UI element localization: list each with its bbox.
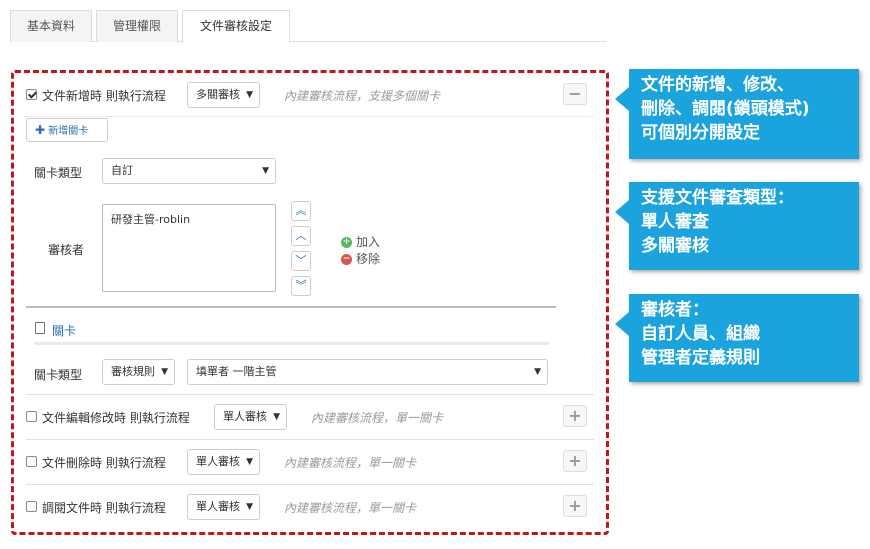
add-circle-icon: + bbox=[341, 237, 352, 248]
read-flow-type-select[interactable]: 單人審核 ▼ bbox=[187, 494, 260, 520]
delete-flow-label: 文件刪除時 則執行流程 bbox=[42, 456, 166, 470]
move-bottom-button[interactable]: ︾ bbox=[291, 276, 311, 296]
stage-rule-type-select[interactable]: 審核規則 ▼ bbox=[102, 359, 175, 385]
create-flow-checkbox[interactable] bbox=[26, 89, 37, 100]
stage-underline bbox=[34, 342, 549, 345]
remove-circle-icon: − bbox=[341, 254, 352, 265]
document-icon bbox=[35, 322, 45, 334]
move-up-button[interactable]: ︿ bbox=[291, 226, 311, 246]
reviewer-list[interactable]: 研發主管-roblin bbox=[102, 204, 276, 292]
chevron-up-icon: ︿ bbox=[295, 229, 307, 242]
chevron-down-icon: ﹀ bbox=[295, 254, 307, 267]
move-down-button[interactable]: ﹀ bbox=[291, 251, 311, 271]
create-flow-hint: 內建審核流程，支援多個關卡 bbox=[284, 89, 441, 103]
expand-delete-button[interactable]: + bbox=[563, 450, 587, 472]
section-divider bbox=[26, 306, 556, 308]
add-stage-button[interactable]: ✚ 新增關卡 bbox=[26, 118, 108, 142]
edit-flow-type-select[interactable]: 單人審核 ▼ bbox=[214, 404, 287, 430]
delete-flow-checkbox[interactable] bbox=[26, 456, 37, 467]
divider bbox=[26, 394, 594, 395]
tab-permissions[interactable]: 管理權限 bbox=[96, 10, 178, 42]
stage-type-select[interactable]: 自訂 ▼ bbox=[102, 158, 276, 184]
stage-type-label-2: 關卡類型 bbox=[34, 368, 83, 382]
callout-separate-settings: 文件的新增、修改、 刪除、調閱(鎖頭模式) 可個別分開設定 bbox=[615, 69, 859, 159]
remove-reviewer-link[interactable]: − 移除 bbox=[341, 250, 380, 267]
tab-basic-info[interactable]: 基本資料 bbox=[10, 10, 92, 42]
edit-flow-checkbox[interactable] bbox=[26, 411, 37, 422]
expand-edit-button[interactable]: + bbox=[563, 405, 587, 427]
plus-icon: ✚ bbox=[35, 123, 46, 137]
create-flow-type-select[interactable]: 多關審核 ▼ bbox=[187, 82, 260, 108]
read-flow-hint: 內建審核流程，單一關卡 bbox=[284, 501, 417, 515]
double-chevron-down-icon: ︾ bbox=[295, 279, 307, 292]
callout-reviewers: 審核者： 自訂人員、組織 管理者定義規則 bbox=[615, 294, 859, 382]
callout-review-types: 支援文件審查類型： 單人審查 多關審核 bbox=[615, 182, 859, 270]
collapse-button[interactable]: − bbox=[563, 83, 587, 105]
tab-bar: 基本資料 管理權限 文件審核設定 bbox=[10, 10, 606, 43]
divider bbox=[26, 484, 594, 485]
delete-flow-hint: 內建審核流程，單一關卡 bbox=[284, 456, 417, 470]
reviewer-label: 審核者 bbox=[48, 243, 85, 257]
double-chevron-up-icon: ︽ bbox=[295, 204, 307, 217]
tab-document-review-settings[interactable]: 文件審核設定 bbox=[182, 10, 290, 43]
stage-type-label: 關卡類型 bbox=[34, 166, 83, 180]
create-flow-label: 文件新增時 則執行流程 bbox=[42, 89, 166, 103]
delete-flow-type-select[interactable]: 單人審核 ▼ bbox=[187, 449, 260, 475]
add-reviewer-link[interactable]: + 加入 bbox=[341, 233, 380, 250]
divider bbox=[26, 439, 594, 440]
divider bbox=[26, 116, 594, 117]
edit-flow-hint: 內建審核流程，單一關卡 bbox=[311, 411, 444, 425]
expand-read-button[interactable]: + bbox=[563, 495, 587, 517]
move-top-button[interactable]: ︽ bbox=[291, 201, 311, 221]
edit-flow-label: 文件編輯修改時 則執行流程 bbox=[42, 411, 190, 425]
read-flow-checkbox[interactable] bbox=[26, 501, 37, 512]
stage-title: 關卡 bbox=[52, 324, 77, 338]
read-flow-label: 調閱文件時 則執行流程 bbox=[42, 501, 166, 515]
stage-rule-select[interactable]: 填單者 一階主管 ▼ bbox=[187, 359, 548, 385]
